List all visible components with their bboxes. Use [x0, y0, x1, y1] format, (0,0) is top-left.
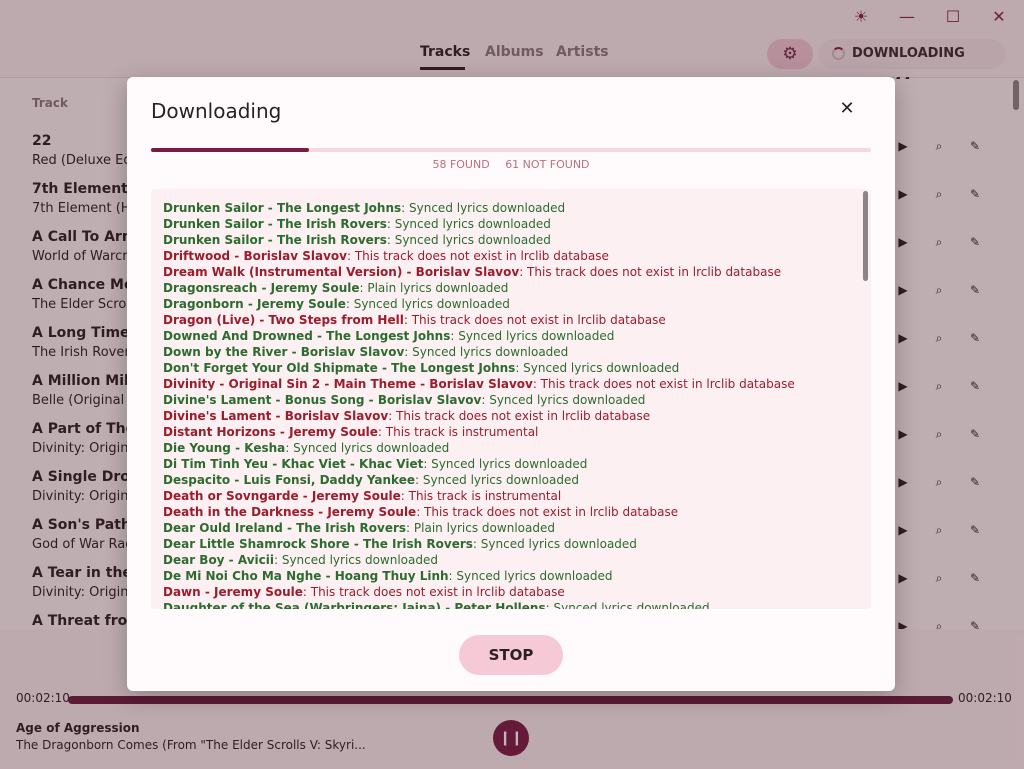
log-entry: Di Tim Tinh Yeu - Khac Viet - Khac Viet:… — [163, 457, 587, 471]
log-message: : Synced lyrics downloaded — [450, 329, 615, 343]
log-scrollbar[interactable] — [863, 191, 868, 281]
download-progress-fill — [151, 148, 309, 152]
download-counts: 58 FOUND 61 NOT FOUND — [151, 158, 871, 171]
log-message: : Synced lyrics downloaded — [481, 393, 646, 407]
log-message: : This track does not exist in lrclib da… — [403, 313, 666, 327]
log-track-name: Divine's Lament - Borislav Slavov — [163, 409, 389, 423]
dialog-title: Downloading — [151, 99, 282, 123]
log-entry: Drunken Sailor - The Longest Johns: Sync… — [163, 201, 565, 215]
log-track-name: Divine's Lament - Bonus Song - Borislav … — [163, 393, 482, 407]
log-entry: Down by the River - Borislav Slavov: Syn… — [163, 345, 568, 359]
log-message: : Synced lyrics downloaded — [345, 297, 510, 311]
log-message: : Plain lyrics downloaded — [359, 281, 509, 295]
log-track-name: Drunken Sailor - The Longest Johns — [163, 201, 402, 215]
log-track-name: Don't Forget Your Old Shipmate - The Lon… — [163, 361, 516, 375]
log-message: : Synced lyrics downloaded — [386, 233, 551, 247]
log-entry: Dear Little Shamrock Shore - The Irish R… — [163, 537, 637, 551]
log-message: : Synced lyrics downloaded — [472, 537, 637, 551]
log-track-name: De Mi Noi Cho Ma Nghe - Hoang Thuy Linh — [163, 569, 449, 583]
log-track-name: Death in the Darkness - Jeremy Soule — [163, 505, 417, 519]
log-message: : Synced lyrics downloaded — [448, 569, 613, 583]
log-entry: Downed And Drowned - The Longest Johns: … — [163, 329, 614, 343]
log-entry: Death or Sovngarde - Jeremy Soule: This … — [163, 489, 561, 503]
log-entry: Death in the Darkness - Jeremy Soule: Th… — [163, 505, 678, 519]
log-message: : This track does not exist in lrclib da… — [519, 265, 782, 279]
log-entry: Driftwood - Borislav Slavov: This track … — [163, 249, 609, 263]
log-entry: Despacito - Luis Fonsi, Daddy Yankee: Sy… — [163, 473, 579, 487]
downloading-dialog: Downloading ✕ 58 FOUND 61 NOT FOUND Drun… — [127, 77, 895, 691]
log-entry: Die Young - Kesha: Synced lyrics downloa… — [163, 441, 449, 455]
log-message: : This track does not exist in lrclib da… — [388, 409, 651, 423]
log-entry: Dragonsreach - Jeremy Soule: Plain lyric… — [163, 281, 508, 295]
log-track-name: Divinity - Original Sin 2 - Main Theme -… — [163, 377, 533, 391]
log-entry: Dawn - Jeremy Soule: This track does not… — [163, 585, 565, 599]
log-track-name: Dragonsreach - Jeremy Soule — [163, 281, 360, 295]
log-entry: Distant Horizons - Jeremy Soule: This tr… — [163, 425, 538, 439]
log-entry: Dragon (Live) - Two Steps from Hell: Thi… — [163, 313, 666, 327]
log-track-name: Dragonborn - Jeremy Soule — [163, 297, 346, 311]
found-count: 58 FOUND — [432, 158, 490, 171]
stop-button[interactable]: STOP — [459, 635, 563, 675]
log-message: : Synced lyrics downloaded — [404, 345, 569, 359]
log-entry: Divine's Lament - Bonus Song - Borislav … — [163, 393, 645, 407]
log-entry: Don't Forget Your Old Shipmate - The Lon… — [163, 361, 679, 375]
log-track-name: Distant Horizons - Jeremy Soule — [163, 425, 378, 439]
log-entry: De Mi Noi Cho Ma Nghe - Hoang Thuy Linh:… — [163, 569, 613, 583]
log-message: : Synced lyrics downloaded — [273, 553, 438, 567]
log-track-name: Death or Sovngarde - Jeremy Soule — [163, 489, 401, 503]
log-track-name: Drunken Sailor - The Irish Rovers — [163, 233, 387, 247]
log-track-name: Die Young - Kesha — [163, 441, 286, 455]
log-message: : Plain lyrics downloaded — [406, 521, 555, 535]
log-entry: Dream Walk (Instrumental Version) - Bori… — [163, 265, 781, 279]
log-track-name: Dream Walk (Instrumental Version) - Bori… — [163, 265, 520, 279]
log-track-name: Dear Ould Ireland - The Irish Rovers — [163, 521, 407, 535]
download-log[interactable]: Drunken Sailor - The Longest Johns: Sync… — [151, 189, 871, 609]
log-message: : Synced lyrics downloaded — [423, 457, 588, 471]
log-message: : Synced lyrics downloaded — [515, 361, 680, 375]
log-entry: Divinity - Original Sin 2 - Main Theme -… — [163, 377, 795, 391]
log-entry: Dear Boy - Avicii: Synced lyrics downloa… — [163, 553, 438, 567]
log-message: : Synced lyrics downloaded — [386, 217, 551, 231]
log-track-name: Dawn - Jeremy Soule — [163, 585, 303, 599]
log-track-name: Dear Little Shamrock Shore - The Irish R… — [163, 537, 473, 551]
log-track-name: Daughter of the Sea (Warbringers: Jaina)… — [163, 601, 546, 609]
log-message: : Synced lyrics downloaded — [415, 473, 579, 487]
log-message: : This track is instrumental — [377, 425, 539, 439]
log-entry: Drunken Sailor - The Irish Rovers: Synce… — [163, 217, 551, 231]
download-progress-bar — [151, 148, 871, 152]
log-track-name: Di Tim Tinh Yeu - Khac Viet - Khac Viet — [163, 457, 424, 471]
log-entry: Dear Ould Ireland - The Irish Rovers: Pl… — [163, 521, 555, 535]
log-message: : Synced lyrics downloaded — [401, 201, 566, 215]
log-message: : Synced lyrics downloaded — [545, 601, 710, 609]
log-message: : This track does not exist in lrclib da… — [532, 377, 795, 391]
close-icon[interactable]: ✕ — [837, 99, 857, 119]
log-entry: Divine's Lament - Borislav Slavov: This … — [163, 409, 650, 423]
log-message: : This track does not exist in lrclib da… — [302, 585, 565, 599]
log-track-name: Despacito - Luis Fonsi, Daddy Yankee — [163, 473, 415, 487]
log-message: : This track is instrumental — [400, 489, 562, 503]
log-track-name: Drunken Sailor - The Irish Rovers — [163, 217, 387, 231]
log-message: : Synced lyrics downloaded — [285, 441, 450, 455]
log-track-name: Dear Boy - Avicii — [163, 553, 274, 567]
not-found-count: 61 NOT FOUND — [505, 158, 590, 171]
log-message: : This track does not exist in lrclib da… — [346, 249, 609, 263]
log-track-name: Down by the River - Borislav Slavov — [163, 345, 405, 359]
log-entry: Daughter of the Sea (Warbringers: Jaina)… — [163, 601, 710, 609]
log-message: : This track does not exist in lrclib da… — [416, 505, 679, 519]
log-entry: Dragonborn - Jeremy Soule: Synced lyrics… — [163, 297, 510, 311]
log-track-name: Dragon (Live) - Two Steps from Hell — [163, 313, 404, 327]
log-track-name: Downed And Drowned - The Longest Johns — [163, 329, 451, 343]
log-entry: Drunken Sailor - The Irish Rovers: Synce… — [163, 233, 551, 247]
log-track-name: Driftwood - Borislav Slavov — [163, 249, 347, 263]
